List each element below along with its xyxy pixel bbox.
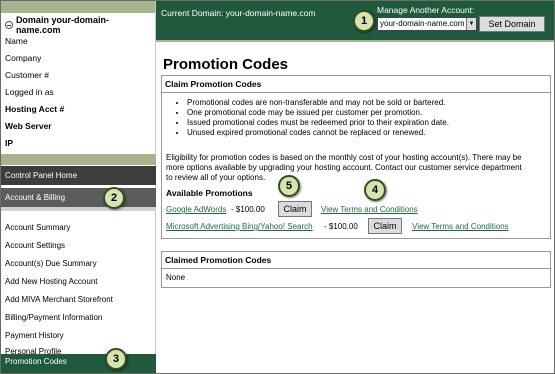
account-select[interactable]: your-domain-name.com ▼	[377, 17, 477, 31]
claim-button-google[interactable]: Claim	[278, 201, 312, 217]
claim-button-microsoft[interactable]: Claim	[368, 218, 402, 234]
callout-badge: 4	[364, 179, 386, 201]
available-promotions-heading: Available Promotions	[166, 188, 253, 198]
sidebar-link-promotion-codes[interactable]: Promotion Codes	[1, 354, 156, 373]
callout-badge: 2	[103, 187, 125, 209]
sidebar-link-account-summary[interactable]: Account Summary	[1, 219, 156, 237]
callout-badge: 1	[353, 10, 375, 32]
current-domain-text: Current Domain: your-domain-name.com	[161, 8, 316, 18]
rule-item: One promotional code may be issued per c…	[187, 108, 449, 118]
sidebar-domain-label: Domain your-domain-name.com	[15, 15, 109, 35]
rule-item: Promotional codes are non-transferable a…	[187, 98, 449, 108]
eligibility-line: Eligibility for promotion codes is based…	[166, 153, 522, 162]
nav-account-billing[interactable]: Account & Billing	[1, 188, 156, 207]
promo-link-microsoft-bing[interactable]: Microsoft Advertising Bing/Yahoo! Search	[166, 222, 313, 231]
sidebar-link-billing-payment[interactable]: Billing/Payment Information	[1, 309, 156, 327]
set-domain-button[interactable]: Set Domain	[479, 16, 545, 32]
nav-control-panel-home[interactable]: Control Panel Home	[1, 166, 156, 185]
sidebar-link-accounts-due-summary[interactable]: Account(s) Due Summary	[1, 255, 156, 273]
chevron-down-icon[interactable]: ▼	[466, 18, 476, 30]
callout-badge: 5	[278, 175, 300, 197]
promo-link-google-adwords[interactable]: Google AdWords	[166, 205, 226, 214]
claimed-promotion-heading: Claimed Promotion Codes	[162, 252, 550, 269]
promo-price: - $100.00	[231, 205, 265, 214]
collapse-icon[interactable]	[5, 21, 13, 29]
rule-item: Unused expired promotional codes cannot …	[187, 128, 449, 138]
callout-badge: 3	[105, 348, 127, 370]
header-underline	[156, 40, 554, 42]
eligibility-line: more options available by upgrading your…	[166, 163, 522, 172]
claim-promotion-heading: Claim Promotion Codes	[162, 76, 550, 93]
claimed-empty-text: None	[166, 273, 186, 282]
promo-price: - $100.00	[324, 222, 358, 231]
sidebar-link-add-miva[interactable]: Add MIVA Merchant Storefront	[1, 291, 156, 309]
promotion-rules-list: Promotional codes are non-transferable a…	[187, 98, 449, 138]
sidebar-separator	[1, 207, 156, 211]
sidebar-separator	[1, 154, 156, 165]
sidebar-top-bar	[1, 1, 155, 13]
sidebar-domain-header[interactable]: Domain your-domain-name.com	[1, 13, 155, 35]
sidebar-field-customer-number: Customer #	[5, 70, 49, 80]
rule-item: Issued promotional codes must be redeeme…	[187, 118, 449, 128]
terms-link-google[interactable]: View Terms and Conditions	[321, 205, 418, 214]
sidebar: Domain your-domain-name.com Name Company…	[1, 1, 156, 373]
eligibility-line: to review all of your options.	[166, 173, 266, 182]
account-select-value: your-domain-name.com	[380, 19, 465, 28]
sidebar-field-logged-in-as: Logged in as	[5, 87, 54, 97]
manage-account-label: Manage Another Account:	[377, 5, 475, 15]
terms-link-microsoft[interactable]: View Terms and Conditions	[412, 222, 509, 231]
claimed-promotion-panel: Claimed Promotion Codes	[161, 251, 551, 288]
sidebar-link-add-new-hosting[interactable]: Add New Hosting Account	[1, 273, 156, 291]
sidebar-link-account-settings[interactable]: Account Settings	[1, 237, 156, 255]
sidebar-field-company: Company	[5, 53, 42, 63]
sidebar-field-hosting-acct: Hosting Acct #	[5, 104, 65, 114]
page-title: Promotion Codes	[163, 56, 289, 73]
sidebar-field-name: Name	[5, 36, 28, 46]
eligibility-text: Eligibility for promotion codes is based…	[166, 153, 546, 183]
page-frame: Domain your-domain-name.com Name Company…	[0, 0, 555, 374]
sidebar-field-ip: IP	[5, 138, 14, 148]
sidebar-field-web-server: Web Server	[5, 121, 52, 131]
